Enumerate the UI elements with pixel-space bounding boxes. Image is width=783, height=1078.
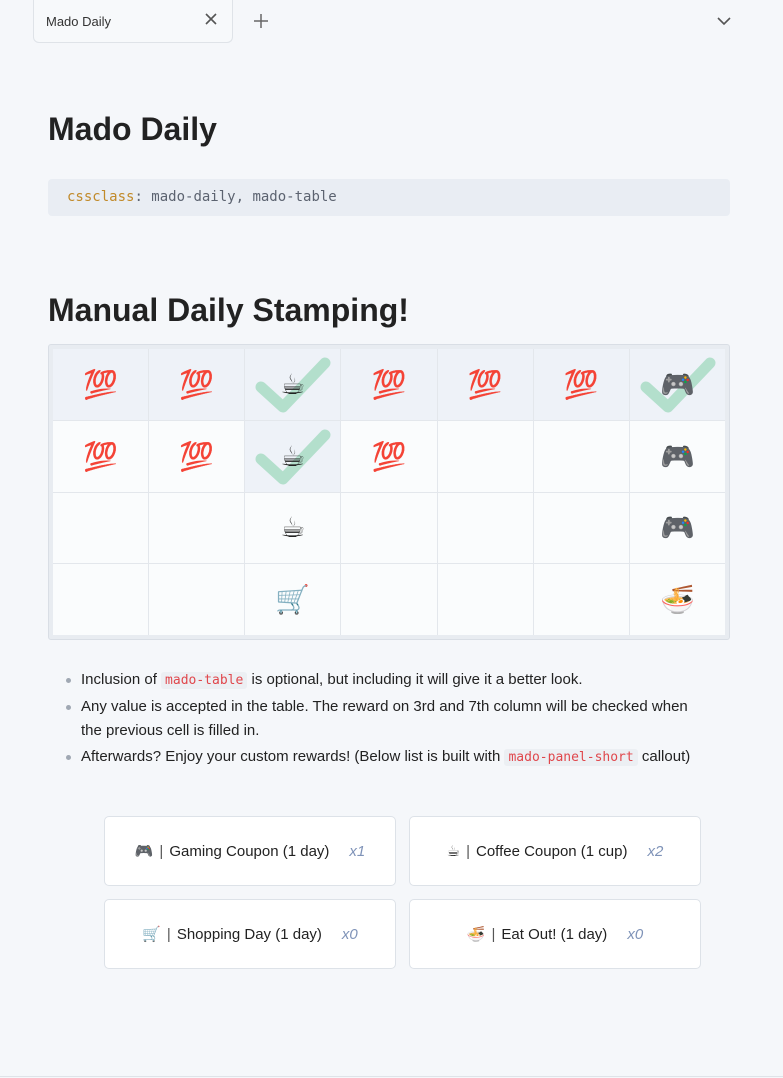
coffee-icon: ☕: [280, 511, 306, 545]
reward-qty: x0: [341, 925, 358, 943]
hundred-points-icon: 💯: [179, 367, 215, 401]
reward-card-gaming[interactable]: 🎮 | Gaming Coupon (1 day) x1: [104, 816, 396, 886]
reward-label: Eat Out! (1 day): [501, 925, 608, 943]
reward-label: Gaming Coupon (1 day): [169, 842, 330, 860]
inline-code: mado-table: [161, 672, 248, 689]
stamp-cell-r3-c4[interactable]: [341, 492, 437, 564]
reward-label: Shopping Day (1 day): [176, 925, 322, 943]
frontmatter-key: cssclass: [67, 189, 135, 205]
page-title: Mado Daily: [48, 111, 217, 147]
stamp-cell-r2-c2[interactable]: 💯: [149, 420, 245, 492]
hundred-points-icon: 💯: [467, 367, 503, 401]
reward-card-coffee[interactable]: ☕ | Coffee Coupon (1 cup) x2: [409, 816, 701, 886]
stamp-cell-r3-c7[interactable]: 🎮: [629, 492, 725, 564]
stamp-cell-r1-c6[interactable]: 💯: [533, 349, 629, 420]
hundred-points-icon: 💯: [563, 367, 599, 401]
tab-mado-daily[interactable]: Mado Daily: [33, 0, 233, 43]
stamp-cell-r1-c4[interactable]: 💯: [341, 349, 437, 420]
reward-qty: x1: [349, 842, 366, 860]
stamp-cell-r2-c3[interactable]: ☕: [245, 420, 341, 492]
stamp-cell-r1-c7[interactable]: 🎮: [629, 349, 725, 420]
reward-card-eat-out[interactable]: 🍜 | Eat Out! (1 day) x0: [409, 899, 701, 969]
note-text: Afterwards? Enjoy your custom rewards! (…: [81, 748, 505, 765]
separator: |: [159, 842, 164, 860]
tab-bar: Mado Daily: [0, 0, 783, 44]
hundred-points-icon: 💯: [83, 439, 118, 473]
stamp-cell-r4-c4[interactable]: [341, 564, 437, 635]
stamp-cell-r1-c3[interactable]: ☕: [245, 349, 341, 420]
reward-qty: x0: [627, 925, 644, 943]
stamp-cell-r2-c6[interactable]: [533, 420, 629, 492]
shopping-cart-icon: 🛒: [142, 926, 161, 943]
stamp-cell-r3-c1[interactable]: [53, 492, 149, 564]
reward-label: Coffee Coupon (1 cup): [476, 842, 628, 860]
hundred-points-icon: 💯: [371, 367, 407, 401]
gamepad-icon: 🎮: [659, 511, 695, 545]
list-item: Afterwards? Enjoy your custom rewards! (…: [64, 745, 704, 770]
gamepad-icon: 🎮: [659, 439, 695, 473]
reward-card-shopping[interactable]: 🛒 | Shopping Day (1 day) x0: [104, 899, 396, 969]
stamp-table: 💯 💯 ☕ 💯 💯 💯 🎮 💯 💯 ☕ 💯 🎮 ☕ 🎮 🛒 🍜: [48, 344, 730, 640]
note-text: Any value is accepted in the table. The …: [81, 698, 688, 739]
hundred-points-icon: 💯: [371, 439, 407, 473]
list-item: Any value is accepted in the table. The …: [64, 695, 704, 743]
noodle-bowl-icon: 🍜: [659, 583, 695, 617]
reward-qty: x2: [647, 842, 664, 860]
stamp-cell-r3-c3[interactable]: ☕: [245, 492, 341, 564]
frontmatter-sep: :: [134, 189, 143, 205]
stamp-cell-r3-c5[interactable]: [437, 492, 533, 564]
gamepad-icon: 🎮: [659, 367, 695, 401]
stamp-cell-r2-c7[interactable]: 🎮: [629, 420, 725, 492]
list-item: Inclusion of mado-table is optional, but…: [64, 668, 704, 693]
hundred-points-icon: 💯: [83, 367, 118, 401]
stamp-cell-r2-c1[interactable]: 💯: [53, 420, 149, 492]
gamepad-icon: 🎮: [134, 843, 154, 860]
stamp-cell-r2-c5[interactable]: [437, 420, 533, 492]
stamp-cell-r4-c1[interactable]: [53, 564, 149, 635]
stamp-grid: 💯 💯 ☕ 💯 💯 💯 🎮 💯 💯 ☕ 💯 🎮 ☕ 🎮 🛒 🍜: [53, 349, 725, 635]
inline-code: mado-panel-short: [504, 749, 638, 766]
footer-divider: [0, 1076, 783, 1077]
stamp-cell-r1-c1[interactable]: 💯: [53, 349, 149, 420]
note-text: Inclusion of: [81, 671, 162, 688]
close-icon[interactable]: [204, 12, 218, 26]
separator: |: [466, 842, 470, 860]
hundred-points-icon: 💯: [179, 439, 215, 473]
stamp-cell-r4-c7[interactable]: 🍜: [629, 564, 725, 635]
chevron-down-icon[interactable]: [716, 14, 732, 28]
frontmatter-block[interactable]: cssclass: mado-daily, mado-table: [48, 179, 730, 216]
coffee-icon: ☕: [280, 439, 306, 473]
separator: |: [166, 925, 171, 943]
section-heading: Manual Daily Stamping!: [48, 292, 409, 328]
frontmatter-value: mado-daily, mado-table: [142, 189, 337, 205]
notes-list: Inclusion of mado-table is optional, but…: [64, 668, 704, 772]
coffee-icon: ☕: [446, 843, 461, 860]
plus-icon[interactable]: [253, 13, 269, 29]
stamp-cell-r4-c2[interactable]: [149, 564, 245, 635]
stamp-cell-r4-c3[interactable]: 🛒: [245, 564, 341, 635]
stamp-cell-r4-c6[interactable]: [533, 564, 629, 635]
note-text: is optional, but including it will give …: [247, 671, 583, 688]
stamp-cell-r1-c2[interactable]: 💯: [149, 349, 245, 420]
stamp-cell-r3-c2[interactable]: [149, 492, 245, 564]
stamp-cell-r3-c6[interactable]: [533, 492, 629, 564]
stamp-cell-r4-c5[interactable]: [437, 564, 533, 635]
stamp-cell-r2-c4[interactable]: 💯: [341, 420, 437, 492]
separator: |: [491, 925, 496, 943]
shopping-cart-icon: 🛒: [275, 583, 311, 617]
note-text: callout): [637, 748, 691, 765]
noodle-bowl-icon: 🍜: [466, 926, 486, 943]
stamp-cell-r1-c5[interactable]: 💯: [437, 349, 533, 420]
tab-title: Mado Daily: [46, 14, 112, 29]
coffee-icon: ☕: [280, 367, 306, 401]
